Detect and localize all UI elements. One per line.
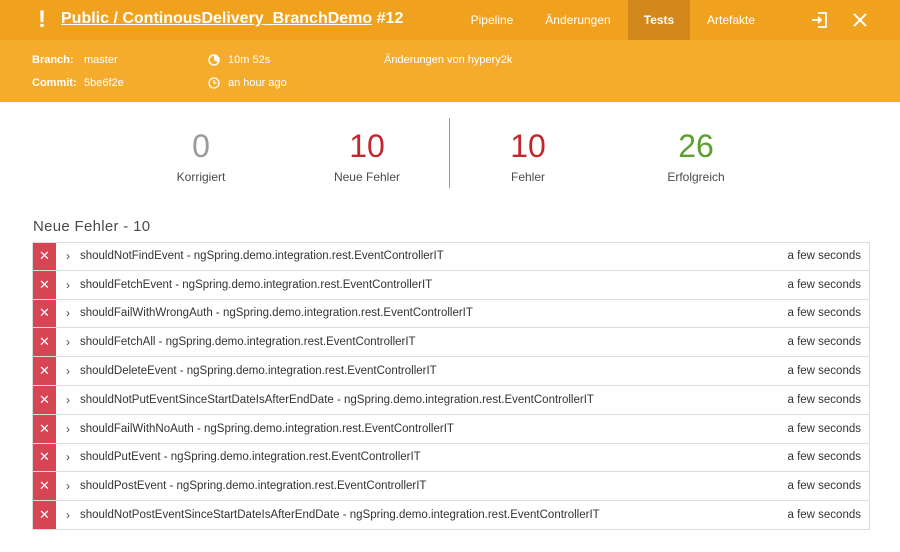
stat-passed: 26 Erfolgreich <box>626 128 766 184</box>
time-info: an hour ago <box>208 75 287 91</box>
timer-icon <box>208 54 220 66</box>
chevron-right-icon[interactable]: › <box>56 422 80 436</box>
test-failure-list: ✕ › shouldNotFindEvent - ngSpring.demo.i… <box>32 242 870 530</box>
time-value: an hour ago <box>228 77 287 89</box>
failure-x-icon: ✕ <box>33 472 56 501</box>
stat-new-failures-value: 10 <box>349 128 385 164</box>
project-link[interactable]: Public / ContinousDelivery_BranchDemo <box>61 10 372 27</box>
chevron-right-icon[interactable]: › <box>56 450 80 464</box>
test-name: shouldFailWithNoAuth - ngSpring.demo.int… <box>80 422 454 435</box>
test-duration: a few seconds <box>787 365 861 378</box>
commit-value[interactable]: 5be6f2e <box>84 77 124 89</box>
table-row[interactable]: ✕ › shouldFailWithWrongAuth - ngSpring.d… <box>32 299 870 329</box>
tab-pipeline[interactable]: Pipeline <box>458 0 526 40</box>
chevron-right-icon[interactable]: › <box>56 335 80 349</box>
exit-icon[interactable] <box>809 10 829 30</box>
test-name: shouldFetchAll - ngSpring.demo.integrati… <box>80 336 416 349</box>
test-name: shouldNotPutEventSinceStartDateIsAfterEn… <box>80 393 594 406</box>
stat-fixed-label: Korrigiert <box>176 170 226 184</box>
chevron-right-icon[interactable]: › <box>56 364 80 378</box>
stat-failed-label: Fehler <box>510 170 545 184</box>
branch-label: Branch: <box>32 54 74 66</box>
test-duration: a few seconds <box>787 336 861 349</box>
tab-artifacts[interactable]: Artefakte <box>697 0 765 40</box>
run-info-bar: Branch: master Commit: 5be6f2e 10m 52s a… <box>0 40 900 102</box>
chevron-right-icon[interactable]: › <box>56 306 80 320</box>
failure-x-icon: ✕ <box>33 414 56 443</box>
failure-x-icon: ✕ <box>33 443 56 472</box>
run-number: #12 <box>376 10 404 27</box>
table-row[interactable]: ✕ › shouldFailWithNoAuth - ngSpring.demo… <box>32 414 870 444</box>
failure-x-icon: ✕ <box>33 385 56 414</box>
commit-info: Commit: 5be6f2e <box>32 75 124 91</box>
chevron-right-icon[interactable]: › <box>56 278 80 292</box>
test-summary: 0 Korrigiert 10 Neue Fehler 10 Fehler 26… <box>0 118 900 190</box>
run-header-bar: ! Public / ContinousDelivery_BranchDemo … <box>0 0 900 40</box>
table-row[interactable]: ✕ › shouldNotFindEvent - ngSpring.demo.i… <box>32 242 870 271</box>
test-duration: a few seconds <box>787 307 861 320</box>
exclamation-icon: ! <box>38 6 46 33</box>
stat-new-failures-label: Neue Fehler <box>333 170 401 184</box>
failure-x-icon: ✕ <box>33 357 56 385</box>
table-row[interactable]: ✕ › shouldNotPostEventSinceStartDateIsAf… <box>32 501 870 530</box>
stat-failed: 10 Fehler <box>458 128 598 184</box>
clock-icon <box>208 77 220 89</box>
test-duration: a few seconds <box>787 480 861 493</box>
stat-passed-value: 26 <box>678 128 714 164</box>
duration-info: 10m 52s <box>208 52 270 68</box>
commit-label: Commit: <box>32 77 77 89</box>
table-row[interactable]: ✕ › shouldPostEvent - ngSpring.demo.inte… <box>32 472 870 502</box>
test-name: shouldPostEvent - ngSpring.demo.integrat… <box>80 480 427 493</box>
stat-failed-value: 10 <box>510 128 546 164</box>
table-row[interactable]: ✕ › shouldFetchAll - ngSpring.demo.integ… <box>32 328 870 358</box>
failure-x-icon: ✕ <box>33 328 56 357</box>
stat-passed-label: Erfolgreich <box>667 170 725 184</box>
chevron-right-icon[interactable]: › <box>56 249 80 263</box>
test-duration: a few seconds <box>787 509 861 522</box>
close-icon[interactable] <box>850 10 870 30</box>
test-name: shouldNotPostEventSinceStartDateIsAfterE… <box>80 509 600 522</box>
stat-fixed-value: 0 <box>192 128 210 164</box>
chevron-right-icon[interactable]: › <box>56 508 80 522</box>
stat-new-failures: 10 Neue Fehler <box>297 128 437 184</box>
section-title: Neue Fehler - 10 <box>33 218 151 235</box>
test-name: shouldPutEvent - ngSpring.demo.integrati… <box>80 451 421 464</box>
test-duration: a few seconds <box>787 422 861 435</box>
table-row[interactable]: ✕ › shouldPutEvent - ngSpring.demo.integ… <box>32 443 870 473</box>
test-name: shouldFailWithWrongAuth - ngSpring.demo.… <box>80 307 473 320</box>
failure-x-icon: ✕ <box>33 270 56 299</box>
test-duration: a few seconds <box>787 278 861 291</box>
chevron-right-icon[interactable]: › <box>56 393 80 407</box>
test-name: shouldNotFindEvent - ngSpring.demo.integ… <box>80 250 444 263</box>
changes-by: Änderungen von hypery2k <box>384 54 513 66</box>
chevron-right-icon[interactable]: › <box>56 479 80 493</box>
failure-x-icon: ✕ <box>33 501 56 529</box>
branch-info: Branch: master <box>32 52 118 68</box>
failure-x-icon: ✕ <box>33 299 56 328</box>
test-duration: a few seconds <box>787 250 861 263</box>
run-title: Public / ContinousDelivery_BranchDemo #1… <box>61 10 403 28</box>
table-row[interactable]: ✕ › shouldNotPutEventSinceStartDateIsAft… <box>32 385 870 415</box>
duration-value: 10m 52s <box>228 54 271 66</box>
stat-divider <box>449 118 450 188</box>
failure-x-icon: ✕ <box>33 243 56 270</box>
tab-tests[interactable]: Tests <box>628 0 690 40</box>
test-name: shouldDeleteEvent - ngSpring.demo.integr… <box>80 365 437 378</box>
branch-value: master <box>84 54 118 66</box>
tab-changes[interactable]: Änderungen <box>533 0 623 40</box>
test-name: shouldFetchEvent - ngSpring.demo.integra… <box>80 278 433 291</box>
test-duration: a few seconds <box>787 451 861 464</box>
stat-fixed: 0 Korrigiert <box>131 128 271 184</box>
test-duration: a few seconds <box>787 393 861 406</box>
table-row[interactable]: ✕ › shouldDeleteEvent - ngSpring.demo.in… <box>32 357 870 386</box>
table-row[interactable]: ✕ › shouldFetchEvent - ngSpring.demo.int… <box>32 270 870 300</box>
